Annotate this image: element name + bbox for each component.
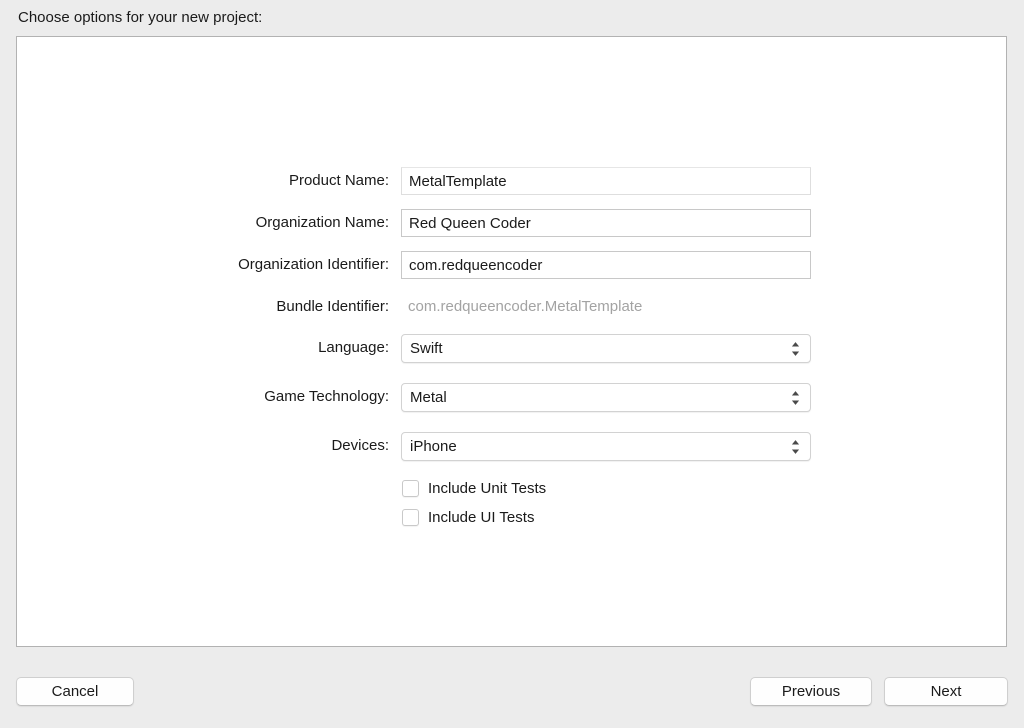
options-panel: Product Name: Organization Name: Organizat…	[16, 36, 1007, 647]
devices-label: Devices:	[331, 437, 389, 454]
chevron-up-down-icon	[790, 438, 801, 455]
form-row-organization-name: Organization Name:	[17, 208, 1006, 238]
form-row-organization-identifier: Organization Identifier:	[17, 250, 1006, 280]
organization-name-control	[401, 208, 811, 238]
chevron-up-down-icon	[790, 340, 801, 357]
chevron-up-down-icon	[790, 389, 801, 406]
language-selected-value: Swift	[410, 340, 443, 357]
bundle-identifier-control: com.redqueencoder.MetalTemplate	[401, 292, 811, 322]
form-row-language: Language: Swift	[17, 333, 1006, 363]
form-row-game-technology: Game Technology: Metal	[17, 382, 1006, 412]
form-row-product-name: Product Name:	[17, 166, 1006, 196]
organization-name-input[interactable]	[401, 209, 811, 237]
form-row-bundle-identifier: Bundle Identifier: com.redqueencoder.Meta…	[17, 292, 1006, 322]
next-button[interactable]: Next	[884, 677, 1008, 706]
previous-button[interactable]: Previous	[750, 677, 872, 706]
game-technology-label: Game Technology:	[264, 388, 389, 405]
page-title: Choose options for your new project:	[18, 9, 263, 26]
organization-identifier-control	[401, 250, 811, 280]
include-unit-tests-label: Include Unit Tests	[428, 480, 547, 497]
bundle-identifier-label: Bundle Identifier:	[276, 298, 389, 315]
devices-control: iPhone	[401, 431, 811, 461]
form-row-devices: Devices: iPhone	[17, 431, 1006, 461]
organization-name-label: Organization Name:	[255, 214, 389, 231]
game-technology-popup[interactable]: Metal	[401, 383, 811, 412]
include-ui-tests-checkbox[interactable]	[402, 509, 419, 526]
product-name-control	[401, 166, 811, 196]
cancel-button[interactable]: Cancel	[16, 677, 134, 706]
language-label: Language:	[318, 339, 389, 356]
language-popup[interactable]: Swift	[401, 334, 811, 363]
bundle-identifier-value: com.redqueencoder.MetalTemplate	[408, 298, 643, 315]
include-ui-tests-label: Include UI Tests	[428, 509, 535, 526]
organization-identifier-label: Organization Identifier:	[238, 256, 389, 273]
include-unit-tests-checkbox[interactable]	[402, 480, 419, 497]
game-technology-control: Metal	[401, 382, 811, 412]
product-name-input[interactable]	[401, 167, 811, 195]
game-technology-selected-value: Metal	[410, 389, 447, 406]
product-name-label: Product Name:	[288, 172, 389, 189]
devices-selected-value: iPhone	[410, 438, 457, 455]
language-control: Swift	[401, 333, 811, 363]
devices-popup[interactable]: iPhone	[401, 432, 811, 461]
organization-identifier-input[interactable]	[401, 251, 811, 279]
